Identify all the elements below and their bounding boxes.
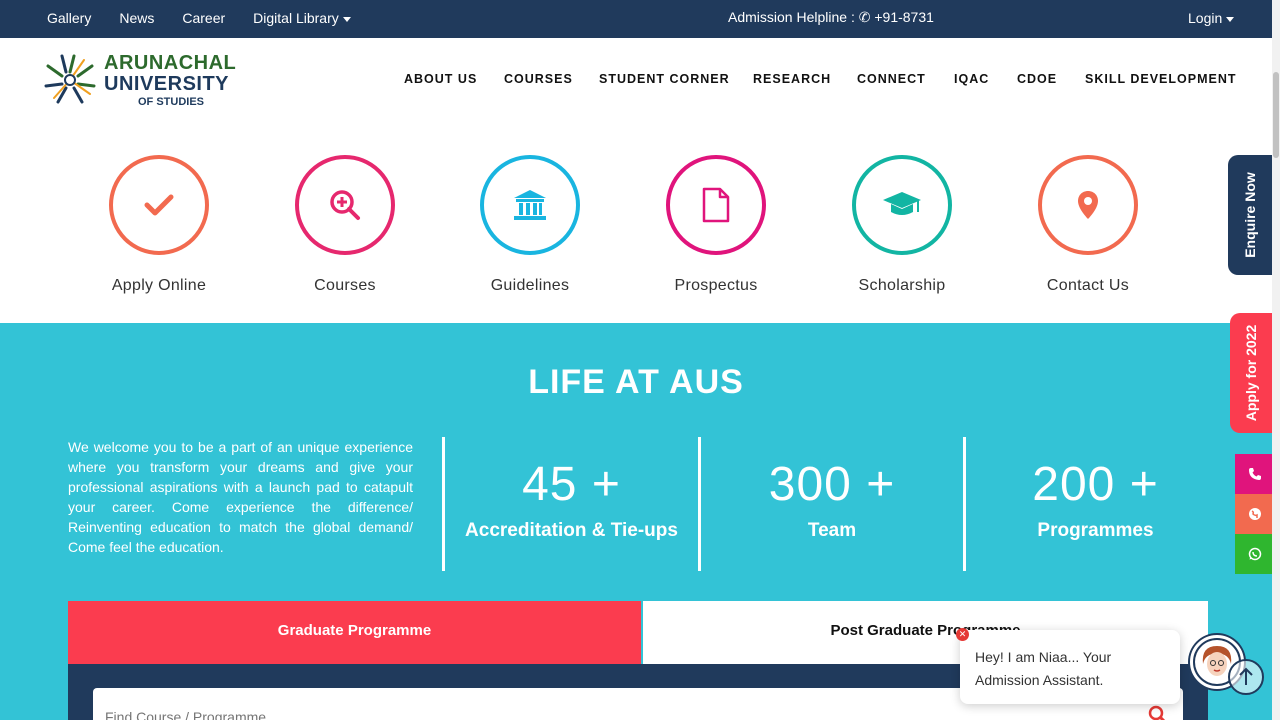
helpline-label: Admission Helpline : [728,9,855,25]
phone-icon [1249,468,1261,480]
quick-link-guidelines[interactable]: Guidelines [470,155,590,295]
stat-accreditation: 45 + Accreditation & Tie-ups [442,437,698,571]
nav-courses[interactable]: COURSES [504,72,573,86]
page-scrollbar[interactable] [1272,0,1280,720]
digital-library-label: Digital Library [253,10,339,26]
chevron-down-icon [342,16,351,22]
arrow-up-icon [1239,667,1253,685]
nav-iqac[interactable]: IQAC [954,72,989,86]
enquire-now-tab[interactable]: Enquire Now [1228,155,1272,275]
helpline-number: +91-8731 [874,9,934,25]
nav-student-corner[interactable]: STUDENT CORNER [599,72,730,86]
graduation-cap-icon [852,155,952,255]
stat-value: 300 + [701,457,963,512]
stat-value: 45 + [445,457,698,512]
apply-for-2022-tab[interactable]: Apply for 2022 [1230,313,1272,433]
nav-connect[interactable]: CONNECT [857,72,926,86]
top-link-digital-library[interactable]: Digital Library [253,10,351,26]
stat-value: 200 + [966,457,1225,512]
tab-graduate-programme[interactable]: Graduate Programme [68,601,641,664]
stat-number: 300 [768,458,852,511]
top-bar: Gallery News Career Digital Library Admi… [0,0,1272,38]
enquire-now-label: Enquire Now [1242,172,1258,258]
stat-plus: + [591,458,621,511]
welcome-text: We welcome you to be a part of an unique… [68,439,413,555]
quick-link-label: Prospectus [674,277,758,294]
login-label: Login [1188,10,1223,26]
quick-link-label: Courses [314,277,376,294]
scrollbar-thumb[interactable] [1273,72,1279,158]
login-dropdown[interactable]: Login [1188,10,1235,26]
stat-plus: + [1129,458,1159,511]
quick-link-label: Contact Us [1046,277,1130,294]
document-icon [666,155,766,255]
top-link-gallery[interactable]: Gallery [47,10,91,26]
quick-link-courses[interactable]: Courses [285,155,405,295]
stat-plus: + [866,458,896,511]
quick-link-contact-us[interactable]: Contact Us [1028,155,1148,295]
stat-team: 300 + Team [698,437,963,571]
section-title: LIFE AT AUS [528,363,744,401]
quick-link-label: Guidelines [490,277,570,294]
nav-about-us[interactable]: ABOUT US [404,72,477,86]
check-icon [109,155,209,255]
top-links: Gallery News Career Digital Library [47,10,379,26]
stat-label: Programmes [1037,520,1154,541]
admission-helpline[interactable]: Admission Helpline : ✆ +91-8731 [728,9,934,26]
logo-text-arunachal: ARUNACHAL [104,52,237,74]
phone-icon: ✆ [858,9,871,25]
quick-link-label: Apply Online [111,277,207,294]
institution-icon [480,155,580,255]
top-link-news[interactable]: News [119,10,154,26]
close-icon[interactable]: ✕ [956,628,969,641]
map-pin-icon [1038,155,1138,255]
whatsapp-icon [1248,547,1262,561]
logo-text-university: UNIVERSITY [104,73,230,95]
quick-link-scholarship[interactable]: Scholarship [842,155,962,295]
zoom-in-icon [295,155,395,255]
nav-skill-development[interactable]: SKILL DEVELOPMENT [1085,72,1237,86]
call-button[interactable] [1235,454,1275,494]
quick-link-prospectus[interactable]: Prospectus [656,155,776,295]
stat-number: 45 [522,458,578,511]
nav-cdoe[interactable]: CDOE [1017,72,1057,86]
stat-label: Accreditation & Tie-ups [465,520,678,541]
stat-label: Team [807,520,857,541]
search-icon[interactable] [1147,704,1167,720]
logo-emblem-icon [44,54,96,104]
top-link-career[interactable]: Career [182,10,225,26]
chat-assistant-bubble[interactable]: Hey! I am Niaa... Your Admission Assista… [960,630,1180,704]
university-logo[interactable]: ARUNACHAL UNIVERSITY OF STUDIES [42,52,242,110]
stat-number: 200 [1032,458,1116,511]
apply-for-2022-label: Apply for 2022 [1243,324,1259,422]
quick-link-label: Scholarship [858,277,946,294]
quick-link-apply-online[interactable]: Apply Online [99,155,219,295]
globe-icon [1249,508,1261,520]
stat-programmes: 200 + Programmes [963,437,1225,571]
logo-text-of-studies: OF STUDIES [138,96,205,108]
chevron-down-icon [1226,16,1235,22]
nav-research[interactable]: RESEARCH [753,72,831,86]
website-button[interactable] [1235,494,1275,534]
whatsapp-button[interactable] [1235,534,1275,574]
back-to-top-button[interactable] [1228,659,1264,695]
